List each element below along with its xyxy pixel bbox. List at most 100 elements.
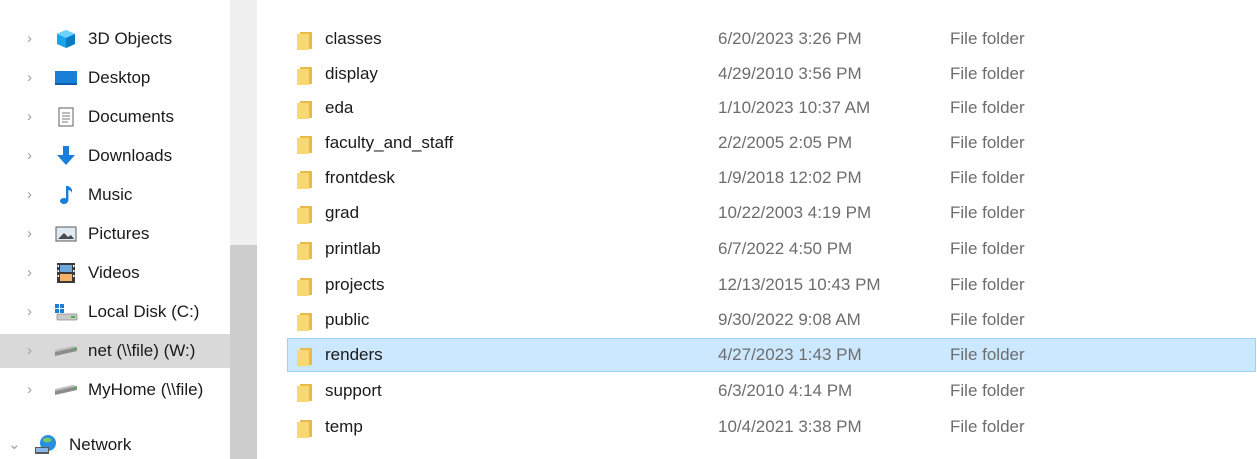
network-drive-icon (53, 340, 79, 362)
nav-item-label: Downloads (88, 146, 173, 165)
file-date: 6/7/2022 4:50 PM (718, 239, 853, 258)
file-type: File folder (950, 381, 1025, 400)
nav-scrollbar[interactable] (230, 0, 257, 459)
file-row[interactable]: public 9/30/2022 9:08 AM File folder (287, 303, 1256, 337)
nav-item-label: Desktop (88, 68, 151, 87)
folder-icon (297, 134, 313, 154)
chevron-right-icon[interactable]: › (27, 226, 39, 241)
file-type: File folder (950, 417, 1025, 436)
file-type: File folder (950, 310, 1025, 329)
local-disk-icon (53, 301, 79, 323)
chevron-right-icon[interactable]: › (27, 70, 39, 85)
network-drive-icon (53, 379, 79, 401)
file-type: File folder (950, 203, 1025, 222)
pictures-icon (53, 223, 79, 245)
file-date: 6/20/2023 3:26 PM (718, 29, 862, 48)
nav-item-music[interactable]: › Music (0, 178, 230, 212)
file-name: support (325, 381, 382, 400)
music-icon (53, 184, 79, 206)
3d-objects-icon (53, 28, 79, 50)
file-type: File folder (950, 133, 1025, 152)
file-type: File folder (950, 345, 1025, 364)
file-date: 2/2/2005 2:05 PM (718, 133, 853, 152)
chevron-right-icon[interactable]: › (27, 31, 39, 46)
scrollbar-thumb[interactable] (230, 245, 257, 459)
file-name: printlab (325, 239, 381, 258)
file-date: 6/3/2010 4:14 PM (718, 381, 853, 400)
chevron-down-icon[interactable]: ⌄ (8, 437, 21, 452)
file-name: eda (325, 98, 354, 117)
nav-item-network[interactable]: ⌄ Network (0, 428, 230, 459)
file-date: 4/29/2010 3:56 PM (718, 64, 862, 83)
file-date: 12/13/2015 10:43 PM (718, 275, 881, 294)
nav-item-downloads[interactable]: › Downloads (0, 139, 230, 173)
file-row[interactable]: display 4/29/2010 3:56 PM File folder (287, 57, 1256, 91)
folder-icon (297, 240, 313, 260)
file-name: projects (325, 275, 385, 294)
folder-icon (297, 65, 313, 85)
file-list: classes 6/20/2023 3:26 PM File folder di… (257, 0, 1257, 459)
file-date: 1/10/2023 10:37 AM (718, 98, 871, 117)
file-date: 10/4/2021 3:38 PM (718, 417, 862, 436)
file-date: 9/30/2022 9:08 AM (718, 310, 861, 329)
file-name: faculty_and_staff (325, 133, 454, 152)
file-name: renders (325, 345, 383, 364)
nav-item-label: Documents (88, 107, 174, 126)
nav-item-label: 3D Objects (88, 29, 173, 48)
nav-item-3d-objects[interactable]: › 3D Objects (0, 22, 230, 56)
chevron-right-icon[interactable]: › (27, 265, 39, 280)
nav-item-local-disk[interactable]: › Local Disk (C:) (0, 295, 230, 329)
chevron-right-icon[interactable]: › (27, 304, 39, 319)
chevron-right-icon[interactable]: › (27, 109, 39, 124)
file-type: File folder (950, 275, 1025, 294)
network-icon (34, 434, 60, 456)
file-type: File folder (950, 168, 1025, 187)
downloads-icon (53, 145, 79, 167)
navigation-pane: › 3D Objects › Desktop › Documents › Dow… (0, 0, 230, 459)
file-name: public (325, 310, 370, 329)
nav-item-label: Videos (88, 263, 140, 282)
folder-icon (297, 276, 313, 296)
file-row[interactable]: printlab 6/7/2022 4:50 PM File folder (287, 232, 1256, 266)
chevron-right-icon[interactable]: › (27, 382, 39, 397)
nav-item-pictures[interactable]: › Pictures (0, 217, 230, 251)
documents-icon (53, 106, 79, 128)
file-type: File folder (950, 64, 1025, 83)
file-row[interactable]: faculty_and_staff 2/2/2005 2:05 PM File … (287, 126, 1256, 160)
nav-item-desktop[interactable]: › Desktop (0, 61, 230, 95)
nav-item-label: MyHome (\\file) (88, 380, 204, 399)
file-name: classes (325, 29, 382, 48)
file-type: File folder (950, 29, 1025, 48)
folder-icon (297, 99, 313, 119)
file-row[interactable]: frontdesk 1/9/2018 12:02 PM File folder (287, 161, 1256, 195)
nav-item-label: Pictures (88, 224, 150, 243)
file-date: 1/9/2018 12:02 PM (718, 168, 862, 187)
chevron-right-icon[interactable]: › (27, 343, 39, 358)
file-row[interactable]: eda 1/10/2023 10:37 AM File folder (287, 91, 1256, 125)
folder-icon (297, 169, 313, 189)
file-row[interactable]: projects 12/13/2015 10:43 PM File folder (287, 268, 1256, 302)
file-row[interactable]: support 6/3/2010 4:14 PM File folder (287, 374, 1256, 408)
nav-item-label: Music (88, 185, 133, 204)
folder-icon (297, 382, 313, 402)
desktop-icon (53, 67, 79, 89)
file-type: File folder (950, 98, 1025, 117)
nav-item-net-drive[interactable]: › net (\\file) (W:) (0, 334, 230, 368)
folder-icon (297, 204, 313, 224)
nav-item-myhome[interactable]: › MyHome (\\file) (0, 373, 230, 407)
folder-icon (297, 418, 313, 438)
nav-item-documents[interactable]: › Documents (0, 100, 230, 134)
file-name: grad (325, 203, 360, 222)
file-row-selected[interactable]: renders 4/27/2023 1:43 PM File folder (287, 338, 1256, 372)
nav-item-videos[interactable]: › Videos (0, 256, 230, 290)
file-row[interactable]: classes 6/20/2023 3:26 PM File folder (287, 22, 1256, 56)
nav-item-label: Network (69, 435, 132, 454)
file-date: 4/27/2023 1:43 PM (718, 345, 862, 364)
file-name: display (325, 64, 378, 83)
file-row[interactable]: temp 10/4/2021 3:38 PM File folder (287, 410, 1256, 444)
chevron-right-icon[interactable]: › (27, 187, 39, 202)
nav-item-label: net (\\file) (W:) (88, 341, 196, 360)
chevron-right-icon[interactable]: › (27, 148, 39, 163)
file-name: temp (325, 417, 363, 436)
file-row[interactable]: grad 10/22/2003 4:19 PM File folder (287, 196, 1256, 230)
